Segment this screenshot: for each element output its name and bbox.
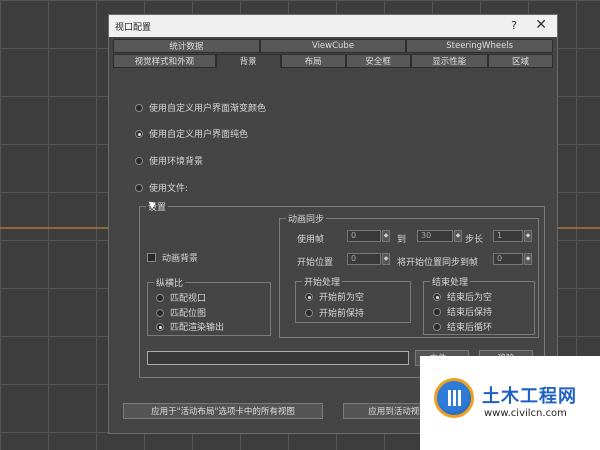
radio-match-bitmap[interactable] xyxy=(156,308,164,317)
radio-gradient[interactable] xyxy=(135,103,143,112)
dialog-titlebar[interactable]: 视口配置 ? ✕ xyxy=(109,15,557,37)
tab-viewcube[interactable]: ViewCube xyxy=(259,39,407,53)
step-spinner-icon[interactable]: ◆ xyxy=(524,230,532,242)
tab-layout[interactable]: 布局 xyxy=(280,54,346,68)
tab-statistics[interactable]: 统计数据 xyxy=(113,39,260,53)
aspect-label: 纵横比 xyxy=(154,276,186,289)
radio-end-empty[interactable] xyxy=(433,292,441,301)
step-input[interactable]: 1 xyxy=(493,230,523,242)
radio-match-render[interactable] xyxy=(156,322,164,331)
option-label: 匹配渲染输出 xyxy=(170,323,225,333)
option-solid-color[interactable]: 使用自定义用户界面纯色 xyxy=(135,127,248,140)
aspect-match-render[interactable]: 匹配渲染输出 xyxy=(156,320,224,333)
aspect-match-bitmap[interactable]: 匹配位图 xyxy=(156,306,206,319)
radio-start-keep[interactable] xyxy=(305,308,313,317)
anim-sync-label: 动画同步 xyxy=(286,212,327,225)
option-label: 结束后循环 xyxy=(447,323,493,333)
watermark-logo: 土木工程网 www.civilcn.com xyxy=(420,356,600,450)
option-use-file[interactable]: 使用文件: xyxy=(135,181,188,194)
option-label: 使用环境背景 xyxy=(149,157,204,167)
animate-bg-checkbox-row[interactable]: 动画背景 xyxy=(147,251,198,264)
option-environment[interactable]: 使用环境背景 xyxy=(135,154,203,167)
end-loop[interactable]: 结束后循环 xyxy=(433,320,492,333)
tab-display-performance[interactable]: 显示性能 xyxy=(410,54,489,68)
watermark-title: 土木工程网 xyxy=(482,386,577,407)
start-hold-empty[interactable]: 开始前为空 xyxy=(305,290,364,303)
use-frame-input[interactable]: 0 xyxy=(347,230,381,242)
tab-safe-frame[interactable]: 安全框 xyxy=(345,54,411,68)
help-icon[interactable]: ? xyxy=(511,19,517,32)
radio-solid-color[interactable] xyxy=(135,129,143,138)
option-label: 使用自定义用户界面纯色 xyxy=(149,130,249,140)
to-label: 到 xyxy=(397,235,407,245)
step-label: 步长 xyxy=(465,235,484,245)
to-frame-input[interactable]: 30 xyxy=(417,230,453,242)
tab-steeringwheels[interactable]: SteeringWheels xyxy=(406,39,554,53)
option-label: 匹配位图 xyxy=(170,309,207,319)
radio-use-file[interactable] xyxy=(135,183,143,192)
use-frame-label: 使用帧 xyxy=(297,235,325,245)
option-gradient[interactable]: 使用自定义用户界面渐变颜色 xyxy=(135,101,266,114)
aspect-match-viewport[interactable]: 匹配视口 xyxy=(156,291,206,304)
option-label: 使用文件: xyxy=(149,184,189,194)
sync-spinner-icon[interactable]: ◆ xyxy=(524,253,532,265)
sync-input[interactable]: 0 xyxy=(493,253,523,265)
radio-match-viewport[interactable] xyxy=(156,293,164,302)
animate-bg-label: 动画背景 xyxy=(162,254,199,264)
dialog-title: 视口配置 xyxy=(115,22,152,33)
end-empty[interactable]: 结束后为空 xyxy=(433,290,492,303)
tab-regions[interactable]: 区域 xyxy=(488,54,553,68)
start-hold-keep[interactable]: 开始前保持 xyxy=(305,306,364,319)
to-frame-spinner-icon[interactable]: ◆ xyxy=(454,230,462,242)
radio-environment[interactable] xyxy=(135,156,143,165)
watermark-url: www.civilcn.com xyxy=(484,408,567,419)
file-path-field[interactable] xyxy=(147,351,409,365)
tab-background[interactable]: 背景 xyxy=(215,54,281,68)
use-frame-spinner-icon[interactable]: ◆ xyxy=(382,230,390,242)
radio-start-empty[interactable] xyxy=(305,292,313,301)
end-keep[interactable]: 结束后保持 xyxy=(433,305,492,318)
close-icon[interactable]: ✕ xyxy=(535,17,547,33)
tab-visual-style[interactable]: 视觉样式和外观 xyxy=(113,54,216,68)
option-label: 结束后保持 xyxy=(447,308,493,318)
start-pos-spinner-icon[interactable]: ◆ xyxy=(382,253,390,265)
end-processing-label: 结束处理 xyxy=(430,275,471,288)
option-label: 匹配视口 xyxy=(170,294,207,304)
sync-label: 将开始位置同步到帧 xyxy=(397,258,479,268)
start-pos-input[interactable]: 0 xyxy=(347,253,381,265)
tab-row-1: 统计数据 ViewCube SteeringWheels xyxy=(113,39,554,53)
start-processing-label: 开始处理 xyxy=(302,275,343,288)
option-label: 开始前保持 xyxy=(319,309,365,319)
tab-row-2: 视觉样式和外观 背景 布局 安全框 显示性能 区域 xyxy=(113,54,553,68)
radio-end-keep[interactable] xyxy=(433,307,441,316)
building-logo-icon xyxy=(434,378,474,418)
animate-bg-checkbox[interactable] xyxy=(147,253,156,262)
option-label: 结束后为空 xyxy=(447,293,493,303)
radio-end-loop[interactable] xyxy=(433,322,441,331)
option-label: 开始前为空 xyxy=(319,293,365,303)
start-pos-label: 开始位置 xyxy=(297,258,334,268)
option-label: 使用自定义用户界面渐变颜色 xyxy=(149,104,267,114)
apply-all-views-button[interactable]: 应用于"活动布局"选项卡中的所有视图 xyxy=(123,403,323,419)
